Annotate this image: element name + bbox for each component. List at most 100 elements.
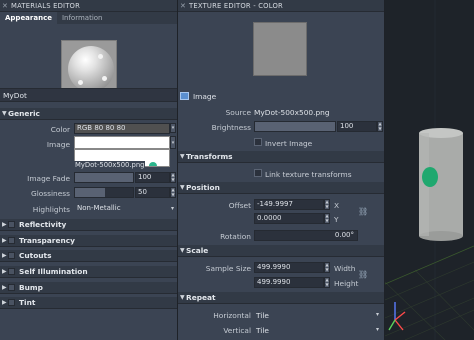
brightness-slider[interactable] [254, 121, 336, 132]
offset-y-field[interactable]: 0.0000 [254, 213, 324, 224]
section-checkbox[interactable] [8, 252, 15, 259]
repeat-section-header[interactable]: ▼ Repeat [178, 292, 384, 304]
image-dropdown-icon[interactable]: ▾ [170, 136, 176, 149]
offset-x-field[interactable]: -149.9997 [254, 199, 324, 210]
width-label: Width [334, 264, 356, 273]
materials-editor-title: MATERIALS EDITOR [11, 1, 81, 10]
source-value[interactable]: MyDot-500x500.png [254, 108, 330, 117]
3d-viewport[interactable] [384, 0, 474, 340]
brightness-value[interactable]: 100 [337, 121, 377, 132]
glossiness-slider[interactable] [74, 187, 134, 198]
link-transforms-label: Link texture transforms [265, 170, 352, 179]
image-fade-value[interactable]: 100 [135, 172, 170, 183]
collapse-triangle-icon: ▼ [180, 247, 185, 254]
section-checkbox[interactable] [8, 284, 15, 291]
horizontal-select[interactable]: Tile [256, 311, 269, 320]
rotation-label: Rotation [220, 232, 251, 241]
self-illumination-label: Self Illumination [19, 267, 88, 276]
expand-triangle-icon: ▶ [2, 221, 7, 228]
section-checkbox[interactable] [8, 299, 15, 306]
color-field[interactable]: RGB 80 80 80 [74, 123, 170, 134]
collapse-triangle-icon: ▼ [2, 110, 7, 117]
expand-triangle-icon: ▶ [2, 284, 7, 291]
materials-editor-titlebar: ✕ MATERIALS EDITOR [0, 0, 177, 12]
cylinder-model[interactable] [419, 128, 463, 241]
transforms-section-header[interactable]: ▼ Transforms [178, 151, 384, 163]
image-label: Image [46, 140, 70, 149]
self-illumination-section[interactable]: ▶ Self Illumination [0, 266, 177, 278]
expand-triangle-icon: ▶ [2, 237, 7, 244]
link-transforms-checkbox[interactable] [254, 169, 262, 177]
position-section-header[interactable]: ▼ Position [178, 182, 384, 194]
horizontal-label: Horizontal [213, 311, 251, 320]
chevron-down-icon[interactable]: ▾ [376, 311, 379, 318]
expand-triangle-icon: ▶ [2, 268, 7, 275]
y-axis-label: Y [334, 215, 339, 224]
chevron-down-icon[interactable]: ▾ [171, 205, 174, 212]
expand-triangle-icon: ▶ [2, 299, 7, 306]
ground-grid [384, 261, 474, 340]
highlights-select[interactable]: Non-Metallic [74, 203, 170, 214]
source-label: Source [225, 108, 251, 117]
transparency-section[interactable]: ▶ Transparency [0, 235, 177, 247]
close-icon[interactable]: ✕ [2, 2, 11, 10]
glossiness-spinner[interactable]: ▲ ▼ [170, 187, 176, 198]
material-name-field[interactable]: MyDot [0, 88, 177, 102]
green-dot-icon [149, 162, 157, 166]
generic-section-label: Generic [8, 109, 40, 118]
tint-label: Tint [19, 298, 36, 307]
width-spinner[interactable]: ▲ ▼ [324, 262, 330, 273]
highlights-label: Highlights [32, 205, 70, 214]
image-swatch-field[interactable] [74, 136, 170, 149]
section-checkbox[interactable] [8, 268, 15, 275]
bump-section[interactable]: ▶ Bump [0, 282, 177, 294]
brightness-spinner[interactable]: ▲ ▼ [377, 121, 383, 132]
brightness-label: Brightness [211, 123, 251, 132]
reflectivity-section[interactable]: ▶ Reflectivity [0, 219, 177, 231]
x-axis-label: X [334, 201, 340, 210]
height-spinner[interactable]: ▲ ▼ [324, 277, 330, 288]
section-checkbox[interactable] [8, 237, 15, 244]
color-label: Color [50, 125, 70, 134]
texture-preview-swatch[interactable] [253, 22, 307, 76]
vertical-select[interactable]: Tile [256, 326, 269, 335]
image-fade-spinner[interactable]: ▲ ▼ [170, 172, 176, 183]
tab-information[interactable]: Information [57, 12, 108, 24]
axis-gizmo [388, 302, 406, 331]
offset-y-spinner[interactable]: ▲ ▼ [324, 213, 330, 224]
offset-x-spinner[interactable]: ▲ ▼ [324, 199, 330, 210]
width-field[interactable]: 499.9990 [254, 262, 324, 273]
generic-section-header[interactable]: ▼ Generic [0, 108, 177, 120]
collapse-triangle-icon: ▼ [180, 184, 185, 191]
scale-label: Scale [186, 246, 209, 255]
color-dropdown-icon[interactable]: ▾ [170, 123, 176, 133]
collapse-triangle-icon: ▼ [180, 294, 185, 301]
height-label: Height [334, 279, 359, 288]
section-checkbox[interactable] [8, 221, 15, 228]
collapse-triangle-icon: ▼ [180, 153, 185, 160]
image-fade-slider[interactable] [74, 172, 134, 183]
height-field[interactable]: 499.9990 [254, 277, 324, 288]
cutouts-section[interactable]: ▶ Cutouts [0, 250, 177, 262]
bump-label: Bump [19, 283, 43, 292]
preview-sphere [68, 46, 114, 92]
link-chain-icon[interactable]: ⛓ [358, 270, 368, 279]
viewport-scene [384, 0, 474, 340]
axis-line [384, 245, 474, 285]
image-icon [180, 92, 189, 100]
tab-appearance[interactable]: Appearance [0, 12, 57, 24]
invert-image-label: Invert Image [265, 139, 313, 148]
close-icon[interactable]: ✕ [180, 2, 189, 10]
transparency-label: Transparency [19, 236, 75, 245]
link-chain-icon[interactable]: ⛓ [358, 207, 368, 216]
tint-section[interactable]: ▶ Tint [0, 297, 177, 309]
chevron-down-icon[interactable]: ▾ [376, 326, 379, 333]
texture-editor-titlebar: ✕ TEXTURE EDITOR - COLOR [178, 0, 384, 12]
invert-image-checkbox[interactable] [254, 138, 262, 146]
cutouts-label: Cutouts [19, 251, 52, 260]
rotation-field[interactable]: 0.00° [254, 230, 358, 241]
offset-label: Offset [228, 201, 251, 210]
scale-section-header[interactable]: ▼ Scale [178, 245, 384, 257]
glossiness-value[interactable]: 50 [135, 187, 170, 198]
reflectivity-label: Reflectivity [19, 220, 67, 229]
